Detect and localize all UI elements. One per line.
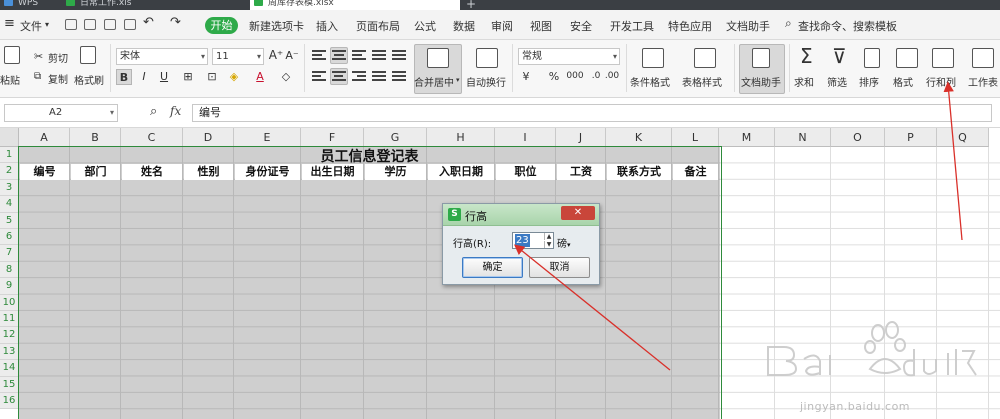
- watermark-url: jingyan.baidu.com: [800, 400, 911, 413]
- baidu-jingyan-watermark: [767, 321, 977, 377]
- arrow-to-rows-cols: [943, 81, 963, 241]
- arrow-to-row-height-input: [513, 244, 671, 371]
